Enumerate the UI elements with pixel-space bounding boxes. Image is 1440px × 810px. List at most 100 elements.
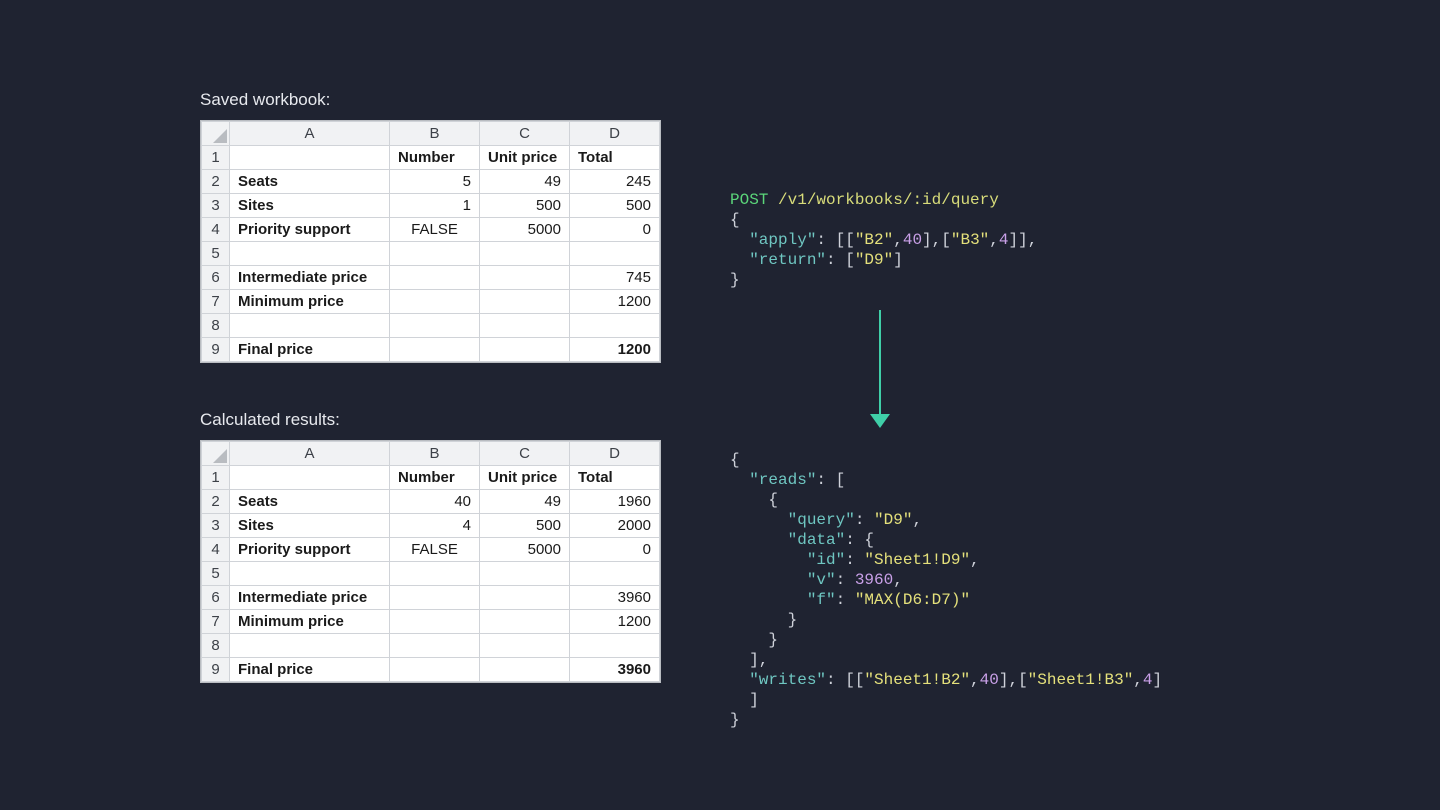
cell <box>480 586 570 610</box>
json-key-id: "id" <box>807 551 845 569</box>
col-header-row: A B C D <box>202 442 660 466</box>
table-row: 3 Sites 4 500 2000 <box>202 514 660 538</box>
cell <box>570 314 660 338</box>
col-header-row: A B C D <box>202 122 660 146</box>
table-row: 8 <box>202 314 660 338</box>
cell: Unit price <box>480 466 570 490</box>
row-header: 9 <box>202 338 230 362</box>
table-row: 1 Number Unit price Total <box>202 466 660 490</box>
json-key-apply: "apply" <box>749 231 816 249</box>
col-header-a: A <box>230 442 390 466</box>
cell <box>480 658 570 682</box>
cell <box>390 610 480 634</box>
cell <box>230 634 390 658</box>
cell: 2000 <box>570 514 660 538</box>
row-header: 3 <box>202 514 230 538</box>
cell: Minimum price <box>230 290 390 314</box>
table-row: 2 Seats 5 49 245 <box>202 170 660 194</box>
table-row: 8 <box>202 634 660 658</box>
cell <box>480 610 570 634</box>
cell: Unit price <box>480 146 570 170</box>
cell: FALSE <box>390 218 480 242</box>
flow-arrow <box>870 310 890 440</box>
json-str: "B3" <box>951 231 989 249</box>
json-str: "Sheet1!D9" <box>864 551 970 569</box>
calculated-results-sheet: A B C D 1 Number Unit price Total 2 Seat… <box>200 440 661 683</box>
response-block: { "reads": [ { "query": "D9", "data": { … <box>730 451 1162 729</box>
cell: 500 <box>480 194 570 218</box>
code-column: POST /v1/workbooks/:id/query { "apply": … <box>730 190 1162 730</box>
json-num: 3960 <box>855 571 893 589</box>
row-header: 7 <box>202 610 230 634</box>
cell <box>480 242 570 266</box>
cell: Sites <box>230 514 390 538</box>
cell <box>390 562 480 586</box>
cell: Intermediate price <box>230 586 390 610</box>
cell: 4 <box>390 514 480 538</box>
cell: 5000 <box>480 538 570 562</box>
cell: 745 <box>570 266 660 290</box>
cell <box>570 634 660 658</box>
cell: 5 <box>390 170 480 194</box>
col-header-c: C <box>480 442 570 466</box>
cell <box>390 314 480 338</box>
sheet-corner <box>202 442 230 466</box>
row-header: 2 <box>202 170 230 194</box>
cell: Priority support <box>230 218 390 242</box>
json-key-f: "f" <box>807 591 836 609</box>
cell: 40 <box>390 490 480 514</box>
cell: Total <box>570 466 660 490</box>
cell <box>480 338 570 362</box>
table-row: 3 Sites 1 500 500 <box>202 194 660 218</box>
cell <box>390 266 480 290</box>
arrow-head-icon <box>870 414 890 428</box>
cell <box>390 634 480 658</box>
row-header: 9 <box>202 658 230 682</box>
http-method: POST <box>730 191 768 209</box>
row-header: 4 <box>202 218 230 242</box>
json-key-data: "data" <box>788 531 846 549</box>
json-num: 40 <box>903 231 922 249</box>
table-row: 9 Final price 1200 <box>202 338 660 362</box>
json-str: "Sheet1!B2" <box>864 671 970 689</box>
json-key-writes: "writes" <box>749 671 826 689</box>
row-header: 8 <box>202 314 230 338</box>
cell: Priority support <box>230 538 390 562</box>
json-key-v: "v" <box>807 571 836 589</box>
cell: Final price <box>230 658 390 682</box>
cell <box>230 242 390 266</box>
cell <box>230 466 390 490</box>
col-header-a: A <box>230 122 390 146</box>
left-column: Saved workbook: A B C D 1 Number Unit pr… <box>200 90 700 688</box>
table-row: 5 <box>202 562 660 586</box>
cell <box>390 338 480 362</box>
cell: Sites <box>230 194 390 218</box>
row-header: 3 <box>202 194 230 218</box>
cell: Seats <box>230 170 390 194</box>
cell: 1200 <box>570 290 660 314</box>
table-row: 9 Final price 3960 <box>202 658 660 682</box>
cell <box>230 146 390 170</box>
cell <box>230 314 390 338</box>
row-header: 1 <box>202 146 230 170</box>
cell: 3960 <box>570 658 660 682</box>
row-header: 8 <box>202 634 230 658</box>
row-header: 6 <box>202 586 230 610</box>
json-str: "MAX(D6:D7)" <box>855 591 970 609</box>
table-row: 4 Priority support FALSE 5000 0 <box>202 218 660 242</box>
cell: 5000 <box>480 218 570 242</box>
request-block: POST /v1/workbooks/:id/query { "apply": … <box>730 191 1037 289</box>
sheet-corner <box>202 122 230 146</box>
table-row: 7 Minimum price 1200 <box>202 610 660 634</box>
table-row: 4 Priority support FALSE 5000 0 <box>202 538 660 562</box>
cell <box>480 634 570 658</box>
calculated-results-label: Calculated results: <box>200 410 700 430</box>
col-header-d: D <box>570 122 660 146</box>
row-header: 2 <box>202 490 230 514</box>
table-row: 6 Intermediate price 745 <box>202 266 660 290</box>
cell: Intermediate price <box>230 266 390 290</box>
row-header: 4 <box>202 538 230 562</box>
cell: 49 <box>480 490 570 514</box>
table-row: 1 Number Unit price Total <box>202 146 660 170</box>
cell <box>570 562 660 586</box>
